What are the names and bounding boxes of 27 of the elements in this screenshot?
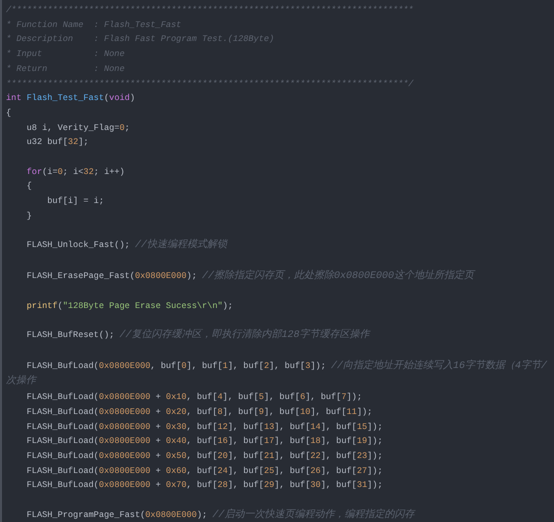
code-line: printf("128Byte Page Erase Sucess\r\n");: [26, 300, 233, 313]
code-line: u8 i, Verity_Flag=0;: [26, 122, 130, 135]
code-line: /******************************************************************************: [6, 4, 414, 17]
code-line: FLASH_BufLoad(0x0800E000 + 0x50, buf[20], buf[21], buf[22], buf[23]);: [26, 450, 383, 463]
code-line: for(i=0; i<32; i++): [26, 166, 125, 179]
code-line: FLASH_BufLoad(0x0800E000 + 0x20, buf[8], buf[9], buf[10], buf[11]);: [26, 406, 372, 419]
code-line: FLASH_BufLoad(0x0800E000 + 0x70, buf[28], buf[29], buf[30], buf[31]);: [26, 479, 383, 492]
code-line: FLASH_BufLoad(0x0800E000 + 0x40, buf[16], buf[17], buf[18], buf[19]);: [26, 435, 383, 448]
code-line: }: [26, 210, 32, 223]
code-line: * Return : None: [6, 62, 125, 76]
code-line: FLASH_BufLoad(0x0800E000 + 0x10, buf[4], buf[5], buf[6], buf[7]);: [26, 391, 362, 404]
code-line: FLASH_BufLoad(0x0800E000, buf[0], buf[1], buf[2], buf[3]); //向指定地址开始连续写入16字节数据（4字节/次操作: [6, 358, 548, 390]
code-line: u32 buf[32];: [26, 136, 89, 150]
code-line: FLASH_Unlock_Fast(); //快速编程模式解锁: [26, 238, 227, 254]
code-line: FLASH_ErasePage_Fast(0x0800E000); //擦除指定闪存页，此处擦除0x0800E000这个地址所指定页: [26, 268, 474, 284]
code-line: {: [6, 106, 12, 120]
code-line: {: [26, 180, 32, 194]
code-line: ******************************************************************************/: [6, 78, 414, 91]
code-line: FLASH_ProgramPage_Fast(0x0800E000); //启动一次快速页编程动作，编程指定的闪存: [26, 508, 414, 522]
code-line: buf[i] = i;: [46, 195, 104, 208]
code-line: FLASH_BufLoad(0x0800E000 + 0x60, buf[24], buf[25], buf[26], buf[27]);: [26, 464, 383, 478]
code-line: int Flash_Test_Fast(void): [6, 92, 135, 106]
code-line: * Description : Flash Fast Program Test.(128Byte): [6, 33, 274, 46]
code-line: * Function Name : Flash_Test_Fast: [6, 18, 182, 32]
code-line: FLASH_BufReset(); //复位闪存缓冲区，即执行清除内部128字节缓存区操作: [26, 328, 370, 344]
code-line: * Input : None: [6, 48, 125, 62]
code-line: FLASH_BufLoad(0x0800E000 + 0x30, buf[12], buf[13], buf[14], buf[15]);: [26, 420, 383, 434]
